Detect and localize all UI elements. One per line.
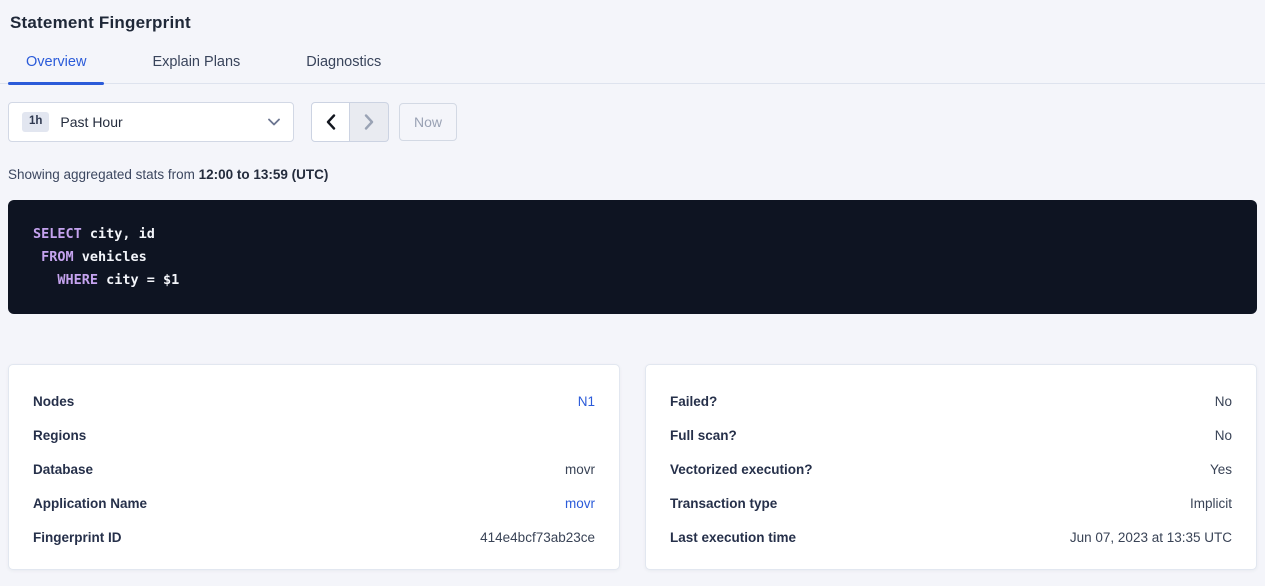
chevron-down-icon	[268, 118, 280, 126]
sql-statement-text: SELECT city, id FROM vehicles WHERE city…	[33, 223, 1233, 292]
aggregated-stats-text: Showing aggregated stats from 12:00 to 1…	[8, 167, 1257, 182]
tab-diagnostics[interactable]: Diagnostics	[288, 54, 399, 83]
tab-overview[interactable]: Overview	[8, 54, 104, 83]
sql-statement-box: SELECT city, id FROM vehicles WHERE city…	[8, 200, 1257, 314]
interval-arrow-group	[311, 102, 389, 142]
chevron-right-icon	[364, 114, 374, 130]
summary-row-value: 414e4bcf73ab23ce	[480, 530, 595, 545]
summary-row-value: movr	[565, 462, 595, 477]
summary-row-value: Implicit	[1190, 496, 1232, 511]
summary-row-label: Transaction type	[670, 496, 777, 511]
statement-details-card: NodesN1RegionsDatabasemovrApplication Na…	[8, 364, 620, 570]
summary-row: Application Name movr	[33, 486, 595, 520]
aggregated-stats-prefix: Showing aggregated stats from	[8, 167, 195, 182]
now-button[interactable]: Now	[399, 103, 457, 141]
summary-row: Last execution time Jun 07, 2023 at 13:35…	[670, 520, 1232, 554]
summary-cards: NodesN1RegionsDatabasemovrApplication Na…	[8, 364, 1257, 570]
summary-row-label: Vectorized execution?	[670, 462, 813, 477]
sql-line: FROM vehicles	[33, 246, 1233, 269]
summary-row-label: Full scan?	[670, 428, 737, 443]
summary-row-label: Regions	[33, 428, 86, 443]
aggregated-stats-range: 12:00 to 13:59 (UTC)	[199, 167, 329, 182]
summary-row: Transaction type Implicit	[670, 486, 1232, 520]
time-interval-label: Past Hour	[60, 114, 268, 130]
time-interval-dropdown[interactable]: 1h Past Hour	[8, 102, 294, 142]
page-title: Statement Fingerprint	[0, 0, 1265, 33]
statement-fingerprint-page: Statement Fingerprint Overview Explain P…	[0, 0, 1265, 570]
summary-row-label: Failed?	[670, 394, 717, 409]
summary-row: Nodes N1	[33, 384, 595, 418]
summary-row: Database movr	[33, 452, 595, 486]
summary-row-value-link[interactable]: movr	[565, 496, 595, 511]
sql-line: SELECT city, id	[33, 223, 1233, 246]
summary-row: Vectorized execution? Yes	[670, 452, 1232, 486]
sql-line: WHERE city = $1	[33, 269, 1233, 292]
summary-row-label: Database	[33, 462, 93, 477]
summary-row-value-link[interactable]: N1	[578, 394, 595, 409]
tab-bar: Overview Explain Plans Diagnostics	[0, 54, 1265, 84]
chevron-left-icon	[326, 114, 336, 130]
tab-explain-plans[interactable]: Explain Plans	[134, 54, 258, 83]
summary-row-label: Fingerprint ID	[33, 530, 122, 545]
summary-row-value: Jun 07, 2023 at 13:35 UTC	[1070, 530, 1232, 545]
execution-attributes-card: Failed? No Full scan? No Vectorized executio…	[645, 364, 1257, 570]
summary-row: Regions	[33, 418, 595, 452]
prev-interval-button[interactable]	[311, 102, 350, 142]
summary-row: Fingerprint ID 414e4bcf73ab23ce	[33, 520, 595, 554]
summary-row-label: Application Name	[33, 496, 147, 511]
summary-row: Full scan? No	[670, 418, 1232, 452]
summary-row-value: Yes	[1210, 462, 1232, 477]
summary-row-label: Last execution time	[670, 530, 796, 545]
next-interval-button[interactable]	[350, 102, 389, 142]
summary-row-value: No	[1215, 428, 1232, 443]
time-interval-badge: 1h	[22, 112, 49, 132]
summary-row-label: Nodes	[33, 394, 74, 409]
time-toolbar: 1h Past Hour Now	[8, 102, 1257, 142]
summary-row-value: No	[1215, 394, 1232, 409]
summary-row: Failed? No	[670, 384, 1232, 418]
